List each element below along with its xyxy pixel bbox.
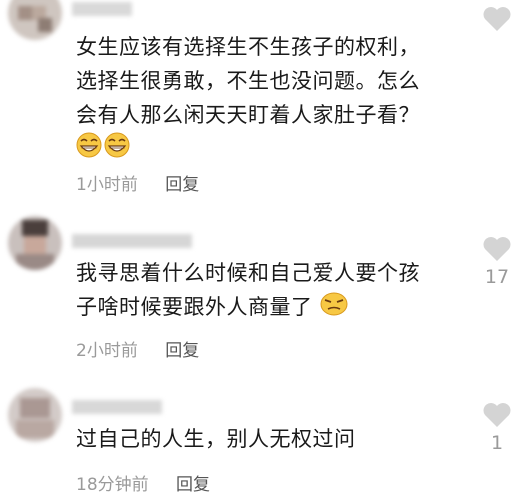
comment-text: 过自己的人生，别人无权过问 — [76, 427, 356, 451]
avatar[interactable] — [8, 0, 62, 40]
grin-emoji — [104, 132, 130, 168]
like-button[interactable]: 1 — [477, 402, 517, 454]
like-count: 17 — [484, 266, 510, 288]
like-button[interactable] — [477, 6, 517, 36]
reply-button[interactable]: 回复 — [165, 175, 199, 195]
comment-meta: 18分钟前 回复 — [76, 470, 210, 495]
reply-button[interactable]: 回复 — [165, 341, 199, 361]
reply-button[interactable]: 回复 — [176, 475, 210, 495]
like-button[interactable]: 17 — [477, 236, 517, 288]
comment-text: 我寻思着什么时候和自己爱人要个孩 子啥时候要跟外人商量了 — [76, 256, 476, 326]
username-blurred[interactable] — [72, 398, 202, 416]
comment-text: 女生应该有选择生不生孩子的权利， 选择生很勇敢，不生也没问题。怎么 会有人那么闲… — [76, 30, 476, 166]
timestamp: 18分钟前 — [76, 475, 149, 495]
username-blurred[interactable] — [72, 0, 202, 18]
comment-meta: 2小时前 回复 — [76, 336, 199, 361]
heart-icon — [483, 237, 511, 261]
timestamp: 1小时前 — [76, 175, 138, 195]
smirk-emoji — [320, 290, 348, 326]
heart-icon — [483, 403, 511, 427]
username-blurred[interactable] — [72, 232, 202, 250]
timestamp: 2小时前 — [76, 341, 138, 361]
like-count: 1 — [490, 432, 504, 454]
grin-emoji — [76, 132, 102, 168]
heart-icon — [483, 7, 511, 32]
avatar[interactable] — [8, 216, 62, 270]
avatar[interactable] — [8, 388, 62, 442]
comment-meta: 1小时前 回复 — [76, 170, 199, 195]
